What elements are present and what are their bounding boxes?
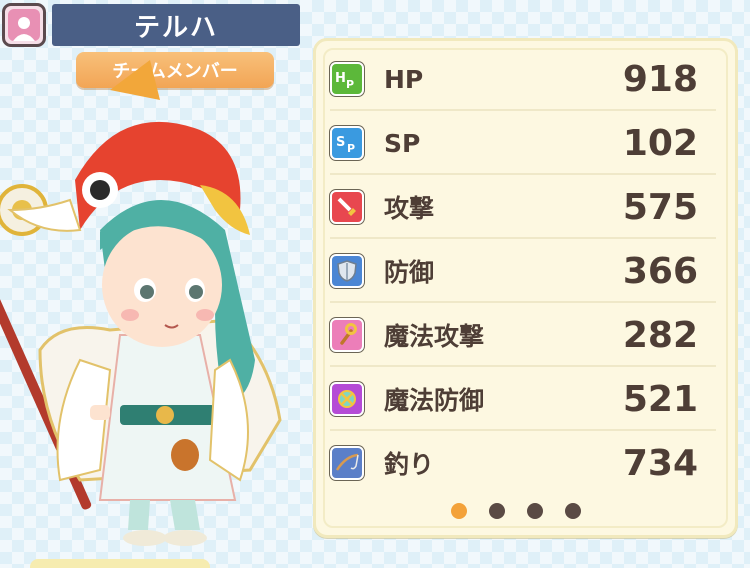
page-dot-3[interactable] [526, 503, 543, 519]
profile-button[interactable] [2, 3, 46, 47]
stat-value: 734 [622, 442, 698, 484]
stat-row-attack: 攻撃 575 [330, 175, 716, 239]
stat-value: 918 [622, 58, 698, 100]
magic-staff-icon [330, 318, 364, 352]
svg-text:P: P [347, 142, 355, 154]
svg-text:P: P [346, 78, 354, 90]
hp-icon: HP [330, 62, 364, 96]
magic-shield-icon [330, 382, 364, 416]
stat-row-defense: 防御 366 [330, 239, 716, 303]
stat-label: 防御 [384, 258, 435, 287]
stat-value: 366 [622, 250, 698, 292]
stats-panel: HP HP 918 SP SP 102 攻撃 575 防御 366 魔法攻撃 2… [313, 38, 738, 538]
sp-icon: SP [330, 126, 364, 160]
person-silhouette-icon [8, 9, 40, 41]
character-illustration [0, 60, 310, 568]
stat-label: 魔法防御 [384, 386, 485, 415]
stat-label: HP [384, 64, 424, 94]
page-dot-4[interactable] [564, 503, 581, 519]
page-indicator [316, 503, 735, 519]
sword-icon [330, 190, 364, 224]
stat-label: 魔法攻撃 [384, 322, 485, 351]
stat-row-magic-defense: 魔法防御 521 [330, 367, 716, 431]
stat-row-magic-attack: 魔法攻撃 282 [330, 303, 716, 367]
fishing-rod-icon [330, 446, 364, 480]
shield-icon [330, 254, 364, 288]
svg-text:H: H [335, 71, 346, 86]
stat-label: 攻撃 [384, 194, 435, 223]
stat-value: 102 [622, 122, 698, 164]
bottom-tab[interactable] [30, 559, 210, 568]
stat-value: 282 [622, 314, 698, 356]
stat-row-sp: SP SP 102 [330, 111, 716, 175]
stat-value: 575 [622, 186, 698, 228]
stat-label: SP [384, 128, 421, 158]
stat-label: 釣り [384, 450, 435, 479]
page-dot-1[interactable] [450, 503, 467, 519]
character-name: テルハ [52, 4, 300, 46]
stat-row-fishing: 釣り 734 [330, 431, 716, 495]
svg-text:S: S [336, 135, 345, 150]
stat-value: 521 [622, 378, 698, 420]
page-dot-2[interactable] [488, 503, 505, 519]
stat-row-hp: HP HP 918 [330, 47, 716, 111]
